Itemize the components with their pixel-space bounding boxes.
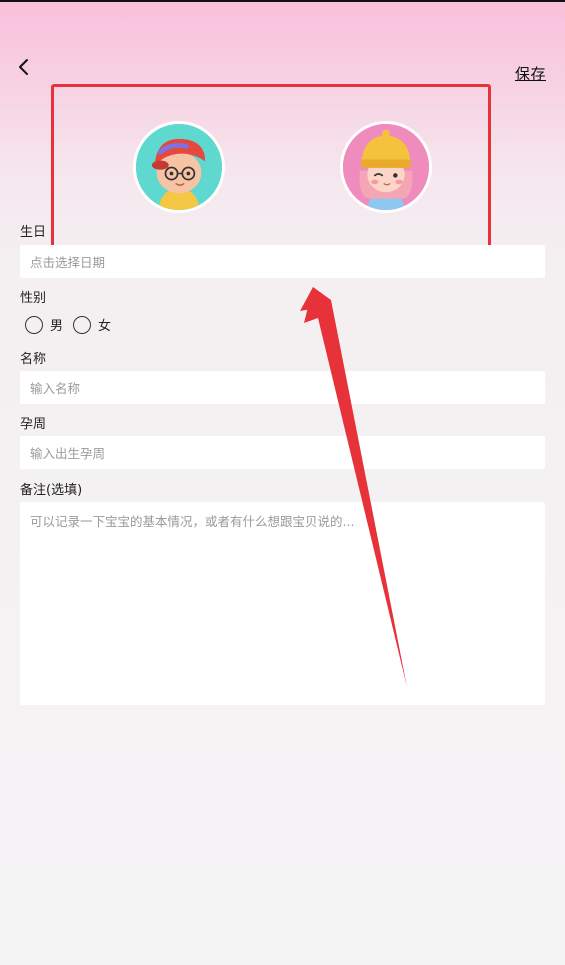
gestation-field[interactable]: 输入出生孕周 xyxy=(20,436,545,469)
birthday-field[interactable]: 点击选择日期 xyxy=(20,245,545,278)
birthday-placeholder: 点击选择日期 xyxy=(30,255,106,270)
birthday-label: 生日 xyxy=(20,225,47,240)
highlight-box xyxy=(51,84,491,248)
name-field[interactable]: 输入名称 xyxy=(20,371,545,404)
gender-option-label: 男 xyxy=(50,319,64,334)
gender-label: 性别 xyxy=(20,291,47,306)
status-bar-line xyxy=(0,0,565,2)
notes-label: 备注(选填) xyxy=(20,483,83,498)
radio-circle-icon xyxy=(73,315,92,334)
name-placeholder: 输入名称 xyxy=(30,381,81,396)
notes-textarea[interactable]: 可以记录一下宝宝的基本情况，或者有什么想跟宝贝说的... xyxy=(20,502,545,705)
gender-radio-group: 男 女 xyxy=(25,315,121,334)
radio-circle-icon xyxy=(25,315,43,334)
name-label: 名称 xyxy=(20,352,47,367)
gender-option-male[interactable]: 男 xyxy=(25,315,63,334)
gender-option-female[interactable]: 女 xyxy=(73,315,111,334)
gestation-label: 孕周 xyxy=(20,417,47,432)
back-button[interactable] xyxy=(14,56,34,78)
save-button[interactable]: 保存 xyxy=(515,63,546,84)
gender-option-label: 女 xyxy=(98,319,112,334)
chevron-left-icon xyxy=(19,59,28,75)
gestation-placeholder: 输入出生孕周 xyxy=(30,446,106,461)
notes-placeholder: 可以记录一下宝宝的基本情况，或者有什么想跟宝贝说的... xyxy=(30,514,355,529)
